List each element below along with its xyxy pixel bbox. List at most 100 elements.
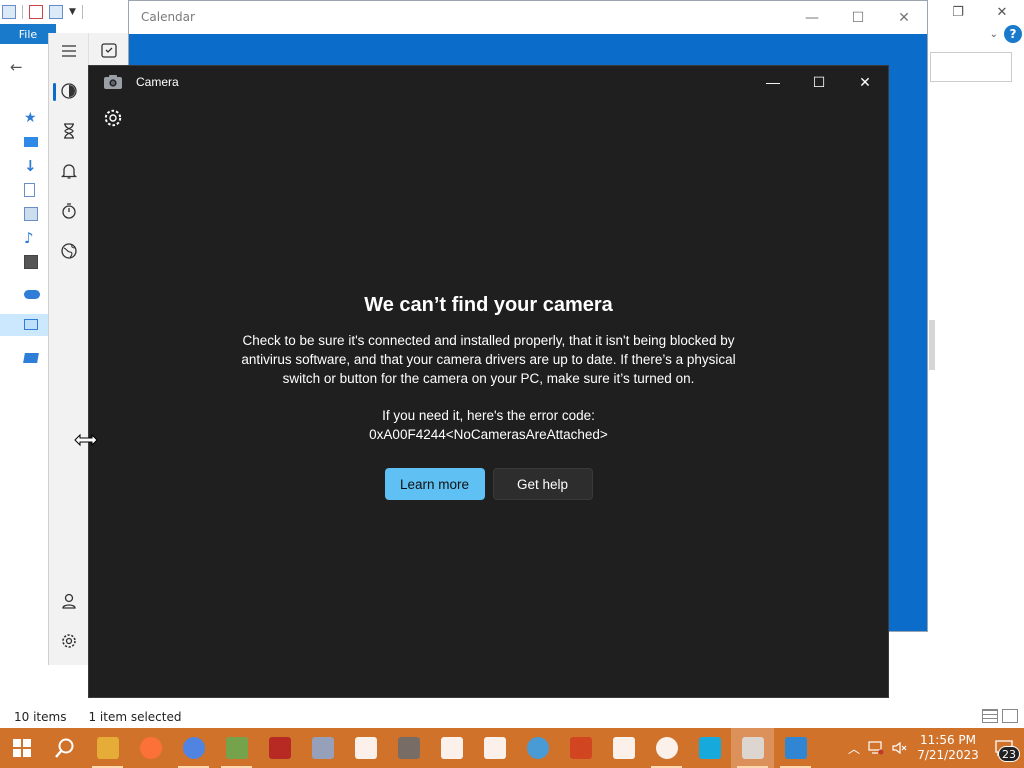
taskbar-button-firefox[interactable] <box>129 728 172 768</box>
view-toggle <box>982 709 1018 723</box>
taskbar-button-camera[interactable] <box>731 728 774 768</box>
settings-gear-icon[interactable] <box>102 107 124 129</box>
calendar-icon <box>784 737 807 759</box>
clock-nav-rail <box>49 33 89 665</box>
skype-icon <box>698 737 721 759</box>
tips-icon <box>526 737 549 759</box>
new-folder-icon[interactable] <box>49 5 63 19</box>
firefox-icon <box>139 737 162 759</box>
toolbar-divider <box>81 5 83 19</box>
taskbar-button-tips[interactable] <box>516 728 559 768</box>
camera-title: Camera <box>136 75 179 89</box>
minimize-icon[interactable]: — <box>789 1 835 34</box>
pictures-icon[interactable] <box>24 204 48 224</box>
selection-count: 1 item selected <box>88 710 182 724</box>
maximize-icon[interactable]: ☐ <box>835 1 881 34</box>
back-arrow-icon[interactable]: ← <box>10 58 23 76</box>
chevron-down-icon[interactable]: ⌄ <box>990 29 998 40</box>
volume-muted-icon[interactable] <box>888 728 912 768</box>
large-icons-view-icon[interactable] <box>1002 709 1018 723</box>
error-code-intro: If you need it, here's the error code: <box>382 408 595 423</box>
restore-icon[interactable]: ❐ <box>936 0 980 24</box>
close-icon[interactable]: ✕ <box>842 66 888 98</box>
settings-icon <box>612 737 635 759</box>
help-icon[interactable]: ? <box>1004 25 1022 43</box>
minimize-icon[interactable]: — <box>750 66 796 98</box>
taskbar-button-chrome[interactable] <box>172 728 215 768</box>
close-icon[interactable]: ✕ <box>980 0 1024 24</box>
customize-toolbar-dropdown-icon[interactable]: ▼ <box>69 7 76 17</box>
taskbar-button-security-app[interactable] <box>258 728 301 768</box>
quick-access-toolbar: ▼ <box>0 0 128 24</box>
music-icon[interactable]: ♪ <box>24 228 48 248</box>
start-button[interactable] <box>0 728 43 768</box>
focus-sessions-icon[interactable] <box>49 73 89 109</box>
taskbar: ︿ 11:56 PM 7/21/2023 23 <box>0 728 1024 768</box>
details-view-icon[interactable] <box>982 709 998 723</box>
taskbar-button-calculator[interactable] <box>387 728 430 768</box>
learn-more-button[interactable]: Learn more <box>384 468 485 500</box>
error-heading: We can’t find your camera <box>364 294 613 316</box>
taskbar-button-skype[interactable] <box>688 728 731 768</box>
error-description: Check to be sure it's connected and inst… <box>241 333 736 386</box>
media-app-icon <box>569 737 592 759</box>
hamburger-menu-icon[interactable] <box>49 33 89 69</box>
taskbar-button-media-app[interactable] <box>559 728 602 768</box>
navigation-pane: ★ ↓ ♪ <box>0 100 48 380</box>
taskbar-button-settings[interactable] <box>602 728 645 768</box>
taskbar-button-file-explorer[interactable] <box>86 728 129 768</box>
search-icon <box>54 738 73 758</box>
security-app-icon <box>268 737 291 759</box>
close-icon[interactable]: ✕ <box>881 1 927 34</box>
error-code: 0xA00F4244<NoCamerasAreAttached> <box>369 427 608 442</box>
item-count: 10 items <box>14 710 67 724</box>
network-icon[interactable] <box>23 348 48 368</box>
search-button[interactable] <box>43 728 86 768</box>
scrollbar-thumb[interactable] <box>929 320 935 370</box>
camera-error-panel: We can’t find your camera Check to be su… <box>89 294 888 500</box>
alarm-bell-icon[interactable] <box>49 153 89 189</box>
taskbar-date: 7/21/2023 <box>917 748 979 762</box>
videos-icon[interactable] <box>24 252 48 272</box>
system-tray: ︿ 11:56 PM 7/21/2023 23 <box>844 728 1024 768</box>
error-code-block: If you need it, here's the error code: 0… <box>89 406 888 444</box>
clock-app-icon <box>655 737 678 759</box>
desktop-icon[interactable] <box>24 132 48 152</box>
taskbar-button-clock-app[interactable] <box>645 728 688 768</box>
network-icon[interactable] <box>864 728 888 768</box>
timer-hourglass-icon[interactable] <box>49 113 89 149</box>
taskbar-button-photo-app[interactable] <box>215 728 258 768</box>
settings-gear-icon[interactable] <box>49 623 89 659</box>
action-center-button[interactable]: 23 <box>984 728 1024 768</box>
explorer-window-controls: ❐ ✕ <box>936 0 1024 24</box>
camera-app-icon <box>104 75 122 89</box>
stopwatch-icon[interactable] <box>49 193 89 229</box>
account-person-icon[interactable] <box>49 583 89 619</box>
clock-compact-icon[interactable] <box>89 33 129 67</box>
taskbar-button-solitaire[interactable] <box>473 728 516 768</box>
taskbar-clock[interactable]: 11:56 PM 7/21/2023 <box>912 728 984 768</box>
chrome-icon <box>182 737 205 759</box>
taskbar-button-scanner-app[interactable] <box>301 728 344 768</box>
world-clock-icon[interactable] <box>49 233 89 269</box>
taskbar-button-3d-viewer[interactable] <box>430 728 473 768</box>
properties-icon[interactable] <box>29 5 43 19</box>
chevron-up-icon[interactable]: ︿ <box>844 728 864 768</box>
camera-window: Camera — ☐ ✕ We can’t find your camera C… <box>88 65 889 698</box>
solitaire-icon <box>483 737 506 759</box>
file-explorer-icon <box>96 737 119 759</box>
downloads-icon[interactable]: ↓ <box>24 156 48 176</box>
shield-icon <box>354 737 377 759</box>
maximize-icon[interactable]: ☐ <box>796 66 842 98</box>
this-pc-icon[interactable] <box>24 314 48 334</box>
taskbar-button-shield[interactable] <box>344 728 387 768</box>
computer-icon[interactable] <box>2 5 16 19</box>
calendar-titlebar: Calendar — ☐ ✕ <box>129 1 927 34</box>
onedrive-icon[interactable] <box>24 284 48 304</box>
search-input[interactable] <box>930 52 1012 82</box>
quick-access-star-icon[interactable]: ★ <box>24 108 48 128</box>
calendar-title: Calendar <box>141 10 195 24</box>
documents-icon[interactable] <box>24 180 48 200</box>
taskbar-button-calendar[interactable] <box>774 728 817 768</box>
get-help-button[interactable]: Get help <box>492 468 593 500</box>
